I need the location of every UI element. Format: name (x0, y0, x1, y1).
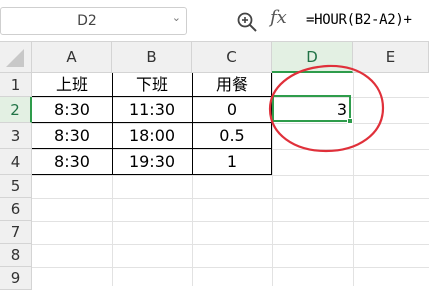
row-header-1[interactable]: 1 (0, 73, 32, 97)
annotation-circle-icon (268, 64, 385, 153)
row-header-9[interactable]: 9 (0, 267, 32, 290)
cell-b1[interactable]: 下班 (112, 73, 192, 97)
cell-c4[interactable]: 1 (192, 149, 272, 175)
row-header-7[interactable]: 7 (0, 221, 32, 244)
row-header-3[interactable]: 3 (0, 123, 32, 149)
cell-c1[interactable]: 用餐 (192, 73, 272, 97)
grid-line (32, 175, 429, 176)
row-header-5[interactable]: 5 (0, 175, 32, 198)
row-header-2[interactable]: 2 (0, 97, 32, 123)
grid-line (32, 244, 429, 245)
row-header-8[interactable]: 8 (0, 244, 32, 267)
cell-a2[interactable]: 8:30 (32, 97, 112, 123)
cell-a4[interactable]: 8:30 (32, 149, 112, 175)
grid-line (32, 198, 429, 199)
name-box-value: D2 (77, 13, 97, 29)
insert-function-icon[interactable]: fx (270, 7, 287, 28)
column-header-a[interactable]: A (32, 42, 112, 73)
grid-line (32, 267, 429, 268)
grid-line (32, 221, 429, 222)
column-header-c[interactable]: C (192, 42, 272, 73)
formula-input[interactable]: =HOUR(B2-A2)+ (306, 12, 412, 28)
row-header-4[interactable]: 4 (0, 149, 32, 175)
cell-a1[interactable]: 上班 (32, 73, 112, 97)
zoom-magnifier-icon[interactable] (235, 10, 259, 34)
cell-a3[interactable]: 8:30 (32, 123, 112, 149)
cell-c3[interactable]: 0.5 (192, 123, 272, 149)
cell-b4[interactable]: 19:30 (112, 149, 192, 175)
chevron-down-icon[interactable]: ⌄ (172, 11, 181, 24)
row-header-6[interactable]: 6 (0, 198, 32, 221)
name-box[interactable]: D2 ⌄ (0, 7, 187, 35)
cell-b3[interactable]: 18:00 (112, 123, 192, 149)
column-header-b[interactable]: B (112, 42, 192, 73)
select-all-triangle-icon (6, 49, 24, 67)
cell-b2[interactable]: 11:30 (112, 97, 192, 123)
cell-c2[interactable]: 0 (192, 97, 272, 123)
